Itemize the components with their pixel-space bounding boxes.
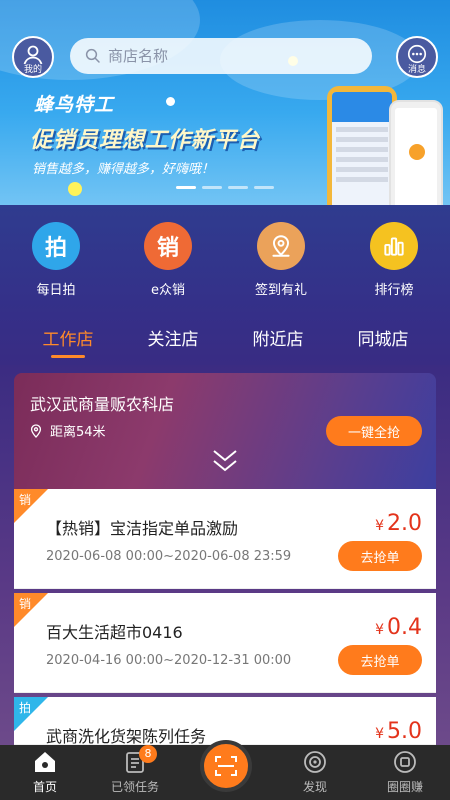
store-card[interactable]: 武汉武商量贩农科店 距离54米 一键全抢 xyxy=(14,373,436,489)
grab-task-button[interactable]: 去抢单 xyxy=(338,541,422,571)
nav-claimed-tasks[interactable]: 8 已领任务 xyxy=(95,745,175,795)
location-pin-icon xyxy=(257,222,305,270)
task-reward: ¥5.0 xyxy=(375,719,422,744)
tab-work-store[interactable]: 工作店 xyxy=(23,325,113,358)
store-name: 武汉武商量贩农科店 xyxy=(30,395,175,414)
camera-task-icon: 拍 xyxy=(32,222,80,270)
store-distance: 距离54米 xyxy=(30,421,106,440)
tab-nearby-store[interactable]: 附近店 xyxy=(233,325,323,350)
promo-banner[interactable]: 蜂鸟特工 促销员理想工作新平台 销售越多，赚得越多，好嗨哦！ xyxy=(0,0,450,205)
carousel-dot[interactable] xyxy=(228,186,248,189)
task-time-range: 2020-04-16 00:00~2020-12-31 00:00 xyxy=(46,653,292,668)
scan-icon xyxy=(215,756,237,776)
nav-home[interactable]: 首页 xyxy=(5,749,85,795)
nav-label: 发现 xyxy=(302,780,327,794)
scan-button[interactable] xyxy=(200,740,252,792)
task-title: 百大生活超市0416 xyxy=(46,623,183,642)
task-type-label: 拍 xyxy=(19,701,32,715)
banner-brand: 蜂鸟特工 xyxy=(34,94,115,116)
compass-icon xyxy=(304,751,326,773)
carousel-dot[interactable] xyxy=(176,186,196,189)
task-title: 【热销】宝洁指定单品激励 xyxy=(46,519,239,538)
profile-button[interactable]: 我的 xyxy=(12,36,54,78)
quick-action-e-sales[interactable]: 销 e众销 xyxy=(118,222,218,298)
task-reward: ¥2.0 xyxy=(375,511,422,536)
profile-label: 我的 xyxy=(23,65,42,75)
decor-dot xyxy=(68,182,82,196)
task-time-range: 2020-06-08 00:00~2020-06-08 23:59 xyxy=(46,549,292,564)
quick-action-daily-photo[interactable]: 拍 每日拍 xyxy=(6,222,106,298)
search-input[interactable] xyxy=(108,47,358,65)
task-reward: ¥0.4 xyxy=(375,615,422,640)
quick-action-label: 每日拍 xyxy=(36,283,76,298)
carousel-indicators[interactable] xyxy=(176,186,274,189)
phone-mockup-image xyxy=(327,86,397,205)
search-bar[interactable] xyxy=(70,38,372,74)
tab-followed-store[interactable]: 关注店 xyxy=(128,325,218,350)
grab-task-button[interactable]: 去抢单 xyxy=(338,645,422,675)
quick-action-label: e众销 xyxy=(151,283,185,298)
nav-circle-earn[interactable]: 圈圈赚 xyxy=(365,749,445,795)
banner-headline: 促销员理想工作新平台 xyxy=(30,128,261,153)
grab-all-button[interactable]: 一键全抢 xyxy=(326,416,422,446)
carousel-dot[interactable] xyxy=(202,186,222,189)
store-tabs: 工作店 关注店 附近店 同城店 xyxy=(0,315,450,365)
task-card[interactable]: 销 【热销】宝洁指定单品激励 2020-06-08 00:00~2020-06-… xyxy=(14,489,436,589)
nav-discover[interactable]: 发现 xyxy=(275,749,355,795)
task-card[interactable]: 销 百大生活超市0416 2020-04-16 00:00~2020-12-31… xyxy=(14,593,436,693)
bar-chart-icon xyxy=(370,222,418,270)
banner-subline: 销售越多，赚得越多，好嗨哦！ xyxy=(32,162,215,177)
home-icon xyxy=(35,752,55,772)
messages-label: 消息 xyxy=(407,65,426,75)
sales-icon: 销 xyxy=(144,222,192,270)
quick-action-leaderboard[interactable]: 排行榜 xyxy=(344,222,444,298)
quick-action-label: 排行榜 xyxy=(374,283,414,298)
messages-button[interactable]: 消息 xyxy=(396,36,438,78)
carousel-dot[interactable] xyxy=(254,186,274,189)
task-count-badge: 8 xyxy=(139,745,157,763)
phone-mockup-image xyxy=(389,100,443,205)
distance-text: 距离54米 xyxy=(50,425,106,440)
tab-same-city-store[interactable]: 同城店 xyxy=(338,325,428,350)
task-type-label: 销 xyxy=(19,597,32,611)
quick-actions: 拍 每日拍 销 e众销 签到有礼 排行榜 xyxy=(0,205,450,315)
task-card[interactable]: 拍 武商洗化货架陈列任务 ¥5.0 xyxy=(14,697,436,745)
circle-square-icon xyxy=(394,751,416,773)
task-type-label: 销 xyxy=(19,493,32,507)
nav-label: 圈圈赚 xyxy=(386,780,423,794)
search-icon xyxy=(85,48,100,63)
decor-dot xyxy=(166,97,175,106)
nav-label: 首页 xyxy=(32,780,57,794)
location-pin-icon xyxy=(30,423,42,438)
double-chevron-down-icon[interactable] xyxy=(211,448,239,474)
quick-action-label: 签到有礼 xyxy=(254,283,307,298)
task-title: 武商洗化货架陈列任务 xyxy=(46,727,207,745)
nav-label: 已领任务 xyxy=(110,780,159,794)
quick-action-check-in[interactable]: 签到有礼 xyxy=(231,222,331,298)
